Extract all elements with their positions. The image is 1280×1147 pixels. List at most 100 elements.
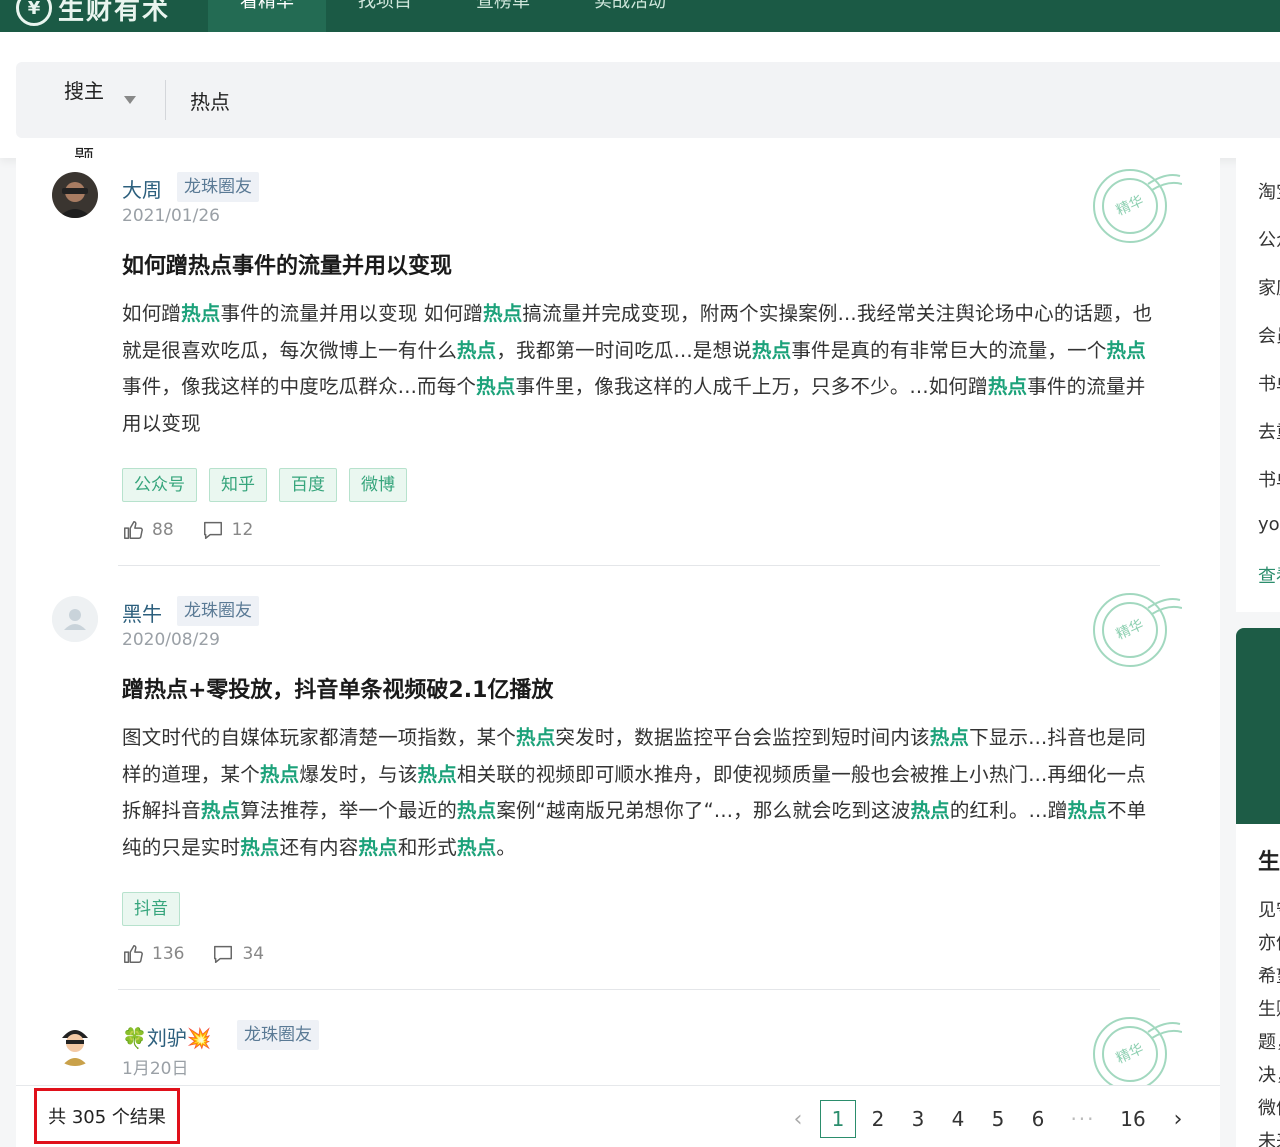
excerpt-text: 突发时，数据监控平台会监控到短时间内该 (555, 726, 930, 749)
nav-item-essence[interactable]: 看精华 (208, 0, 326, 32)
result-count: 共 305 个结果 (34, 1088, 180, 1144)
search-scope-select[interactable]: 搜主题 (56, 62, 152, 169)
author-name[interactable]: 大周 (122, 174, 162, 203)
pagination: ‹ 1 2 3 4 5 6 ··· 16 › (778, 1100, 1198, 1138)
page-button-last[interactable]: 16 (1108, 1100, 1158, 1138)
caret-down-icon (124, 96, 136, 104)
comment-button[interactable]: 12 (202, 519, 254, 541)
sidebar-text-line: 希望 (1258, 966, 1280, 987)
keyword-highlight: 热点 (516, 726, 556, 749)
tag[interactable]: 百度 (279, 468, 337, 502)
post-excerpt[interactable]: 如何蹭热点事件的流量并用以变现 如何蹭热点搞流量并完成变现，附两个实操案例...… (122, 296, 1162, 442)
sidebar-list-item[interactable]: 去重 (1258, 418, 1280, 444)
keyword-highlight: 热点 (751, 338, 792, 362)
post-title[interactable]: 如何蹭热点事件的流量并用以变现 (122, 248, 452, 280)
avatar[interactable] (52, 596, 98, 642)
post-date: 2020/08/29 (122, 630, 220, 650)
page-button[interactable]: 4 (938, 1100, 978, 1138)
post-title[interactable]: 蹭热点+零投放，抖音单条视频破2.1亿播放 (122, 672, 553, 704)
sidebar-list-item[interactable]: 会员 (1258, 322, 1280, 348)
keyword-highlight: 热点 (1067, 799, 1107, 822)
avatar[interactable] (52, 1020, 98, 1066)
keyword-highlight: 热点 (987, 375, 1028, 398)
sidebar-more-link[interactable]: 查看 (1258, 562, 1280, 588)
excerpt-text: 和形式 (397, 835, 457, 859)
logo-text: 生财有术 (58, 0, 171, 26)
search-input[interactable] (190, 84, 1190, 116)
results-panel: 大周 龙珠圈友 2021/01/26 精华 如何蹭热点事件的流量并用以变现 如何… (16, 158, 1220, 1147)
page-button[interactable]: 3 (898, 1100, 938, 1138)
sidebar-text-line: 生财 (1258, 999, 1280, 1020)
search-box: 搜主题 (16, 62, 1280, 169)
keyword-highlight: 热点 (181, 302, 221, 325)
nav-item-rankings[interactable]: 查榜单 (444, 0, 562, 32)
sidebar-text-line: 决， (1258, 1065, 1280, 1086)
excerpt-text: 如何蹭 (122, 302, 182, 325)
keyword-highlight: 热点 (358, 835, 398, 859)
excerpt-text: 。 (496, 835, 517, 859)
tag[interactable]: 知乎 (209, 468, 267, 502)
page-ellipsis[interactable]: ··· (1058, 1100, 1108, 1138)
sidebar-list-card: 淘宝 公众 家庭 会员 书单 去重 书单 yo 查看 (1236, 158, 1280, 612)
sidebar-list-item[interactable]: 淘宝 (1258, 178, 1280, 204)
tag-list: 公众号 知乎 百度 微博 (122, 468, 407, 502)
excerpt-text: 图文时代的自媒体玩家都清楚一项指数，某个 (122, 726, 517, 749)
keyword-highlight: 热点 (200, 799, 241, 822)
nav-item-projects[interactable]: 找项目 (326, 0, 444, 32)
sidebar-list-item[interactable]: 公众 (1258, 226, 1280, 252)
avatar[interactable] (52, 172, 98, 218)
post-excerpt[interactable]: 图文时代的自媒体玩家都清楚一项指数，某个热点突发时，数据监控平台会监控到短时间内… (122, 720, 1162, 866)
sidebar-text-line: 亦仲 (1258, 933, 1280, 954)
sidebar-list-item[interactable]: 书单 (1258, 466, 1280, 492)
keyword-highlight: 热点 (910, 799, 950, 822)
page-button[interactable]: 6 (1018, 1100, 1058, 1138)
keyword-highlight: 热点 (456, 799, 497, 822)
next-page-button[interactable]: › (1158, 1100, 1198, 1138)
prev-page-button[interactable]: ‹ (778, 1100, 818, 1138)
sidebar-list-item[interactable]: 家庭 (1258, 274, 1280, 300)
keyword-highlight: 热点 (483, 302, 523, 325)
sidebar-banner[interactable] (1236, 628, 1280, 824)
post-card[interactable]: 大周 龙珠圈友 2021/01/26 精华 如何蹭热点事件的流量并用以变现 如何… (16, 158, 1220, 582)
keyword-highlight: 热点 (240, 835, 280, 859)
like-count: 136 (152, 944, 185, 964)
author-name[interactable]: 黑牛 (122, 598, 162, 627)
sidebar-list-item[interactable]: 书单 (1258, 370, 1280, 396)
like-button[interactable]: 88 (122, 519, 174, 541)
member-badge: 龙珠圈友 (237, 1020, 319, 1050)
nav-item-activities[interactable]: 实战活动 (562, 0, 698, 32)
member-badge: 龙珠圈友 (177, 172, 259, 202)
author-name[interactable]: 🍀刘驴💥 (122, 1022, 212, 1051)
right-sidebar: 淘宝 公众 家庭 会员 书单 去重 书单 yo 查看 生 见守 亦仲 希望 生财… (1236, 158, 1280, 1147)
post-card[interactable]: 黑牛 龙珠圈友 2020/08/29 精华 蹭热点+零投放，抖音单条视频破2.1… (16, 582, 1220, 1006)
comment-button[interactable]: 34 (212, 943, 264, 965)
comment-count: 12 (231, 520, 254, 540)
essence-stamp-icon: 精华 (1093, 169, 1182, 243)
essence-stamp-icon: 精华 (1093, 1017, 1182, 1091)
page-button-current[interactable]: 1 (820, 1100, 856, 1138)
keyword-highlight: 热点 (1106, 338, 1146, 362)
essence-stamp-label: 精华 (1114, 193, 1146, 219)
keyword-highlight: 热点 (476, 375, 516, 398)
tag-list: 抖音 (122, 892, 180, 926)
excerpt-text: ，我都第一时间吃瓜...是想说 (496, 338, 752, 362)
tag[interactable]: 微博 (349, 468, 407, 502)
tag[interactable]: 抖音 (122, 892, 180, 926)
sidebar-text-line: 见守 (1258, 900, 1280, 921)
page-button[interactable]: 2 (858, 1100, 898, 1138)
excerpt-text: 的红利。...蹭 (949, 799, 1068, 822)
like-button[interactable]: 136 (122, 943, 184, 965)
search-band: 搜主题 (0, 32, 1280, 169)
thumbs-up-icon (124, 945, 143, 963)
page-button[interactable]: 5 (978, 1100, 1018, 1138)
keyword-highlight: 热点 (259, 762, 300, 786)
sidebar-list-item[interactable]: yo (1258, 514, 1280, 535)
site-logo[interactable]: ¥ 生财有术 (16, 0, 170, 28)
sidebar-section-title: 生 (1258, 850, 1280, 875)
excerpt-text: 案例“越南版兄弟想你了“...，那么就会吃到这波 (496, 799, 911, 822)
results-footer: 共 305 个结果 ‹ 1 2 3 4 5 6 ··· 16 › (16, 1085, 1220, 1147)
comment-count: 34 (242, 944, 265, 964)
tag[interactable]: 公众号 (122, 468, 197, 502)
top-nav-bar: ¥ 生财有术 看精华 找项目 查榜单 实战活动 (0, 0, 1280, 32)
essence-stamp-icon: 精华 (1093, 593, 1182, 667)
